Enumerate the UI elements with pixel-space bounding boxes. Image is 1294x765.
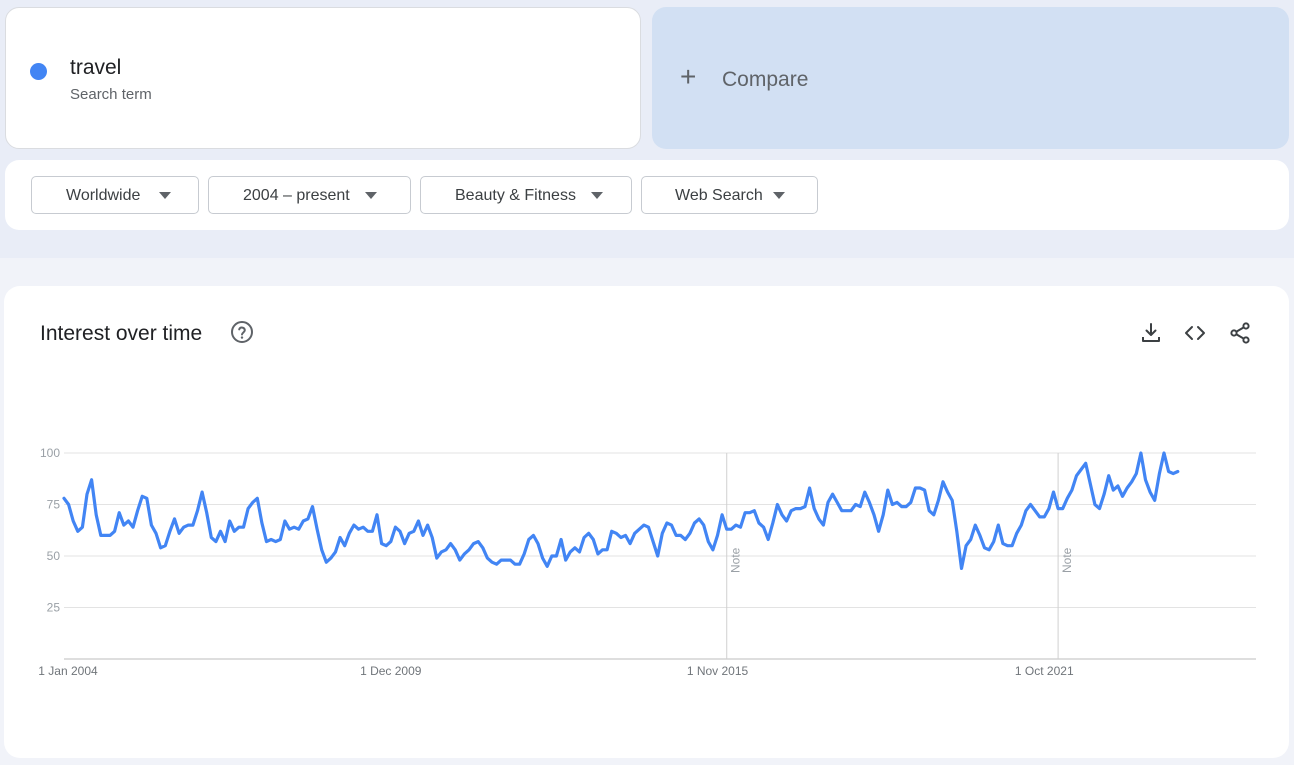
category-filter-label: Beauty & Fitness: [455, 187, 576, 204]
compare-button[interactable]: + Compare: [652, 7, 1289, 149]
y-tick-label: 100: [40, 446, 60, 460]
interest-over-time-card: Interest over time 100 75 50 25 1 Jan 2004 1 …: [4, 286, 1289, 758]
time-range-filter-label: 2004 – present: [243, 187, 350, 204]
note-marker-label: Note: [1060, 547, 1074, 573]
search-type-filter-label: Web Search: [675, 187, 763, 204]
term-color-dot: [30, 63, 47, 80]
category-filter-dropdown[interactable]: Beauty & Fitness: [420, 176, 632, 214]
caret-down-icon: [159, 192, 171, 199]
line-chart: 100 75 50 25 1 Jan 2004 1 Dec 2009 1 Nov 2015 1…: [38, 446, 1256, 678]
x-tick-label: 1 Nov 2015: [687, 664, 749, 678]
search-type-filter-dropdown[interactable]: Web Search: [641, 176, 818, 214]
caret-down-icon: [365, 192, 377, 199]
series-line-travel: [62, 451, 1180, 570]
filter-bar: Worldwide 2004 – present Beauty & Fitnes…: [5, 160, 1289, 230]
x-tick-label: 1 Oct 2021: [1015, 664, 1074, 678]
search-term-subtitle: Search term: [70, 86, 152, 103]
y-tick-label: 50: [47, 549, 61, 563]
search-term-name[interactable]: travel: [70, 56, 121, 80]
region-filter-label: Worldwide: [66, 187, 141, 204]
y-tick-label: 25: [47, 601, 61, 615]
search-term-card[interactable]: travel Search term: [5, 7, 641, 149]
time-range-filter-dropdown[interactable]: 2004 – present: [208, 176, 411, 214]
x-tick-label: 1 Jan 2004: [38, 664, 98, 678]
note-marker-label: Note: [729, 547, 743, 573]
y-tick-label: 75: [47, 498, 61, 512]
caret-down-icon: [773, 192, 785, 199]
x-tick-label: 1 Dec 2009: [360, 664, 422, 678]
plus-icon: +: [680, 61, 697, 92]
region-filter-dropdown[interactable]: Worldwide: [31, 176, 199, 214]
caret-down-icon: [591, 192, 603, 199]
compare-label: Compare: [722, 68, 809, 91]
